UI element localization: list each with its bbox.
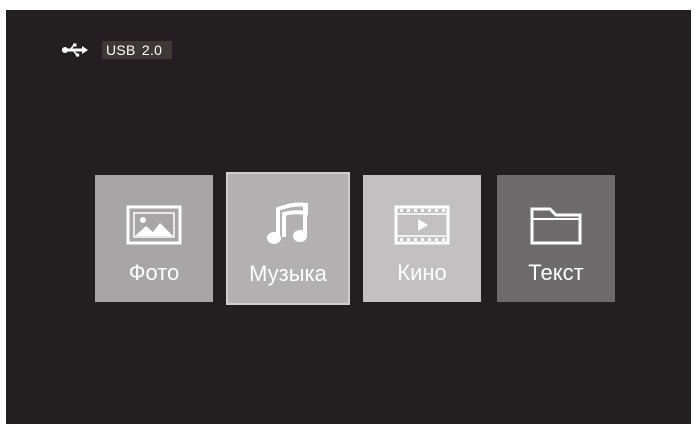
menu-item-photo[interactable]: Фото xyxy=(95,175,213,302)
menu-item-music[interactable]: Музыка xyxy=(226,172,350,305)
film-icon xyxy=(363,203,481,247)
menu-item-label: Текст xyxy=(528,260,584,285)
menu-item-label: Кино xyxy=(397,260,447,285)
usb-version-label: USB 2.0 xyxy=(102,41,173,59)
menu-item-text[interactable]: Текст xyxy=(497,175,615,302)
music-note-icon xyxy=(228,202,348,246)
device-frame: USB 2.0 Фото Музыка Кино Текст xyxy=(0,0,697,427)
folder-icon xyxy=(497,203,615,247)
photo-icon xyxy=(95,203,213,247)
menu-item-label: Музыка xyxy=(249,261,327,286)
usb-icon xyxy=(62,43,88,57)
menu-item-movie[interactable]: Кино xyxy=(363,175,481,302)
menu-item-label: Фото xyxy=(128,260,180,285)
usb-status: USB 2.0 xyxy=(62,41,173,59)
